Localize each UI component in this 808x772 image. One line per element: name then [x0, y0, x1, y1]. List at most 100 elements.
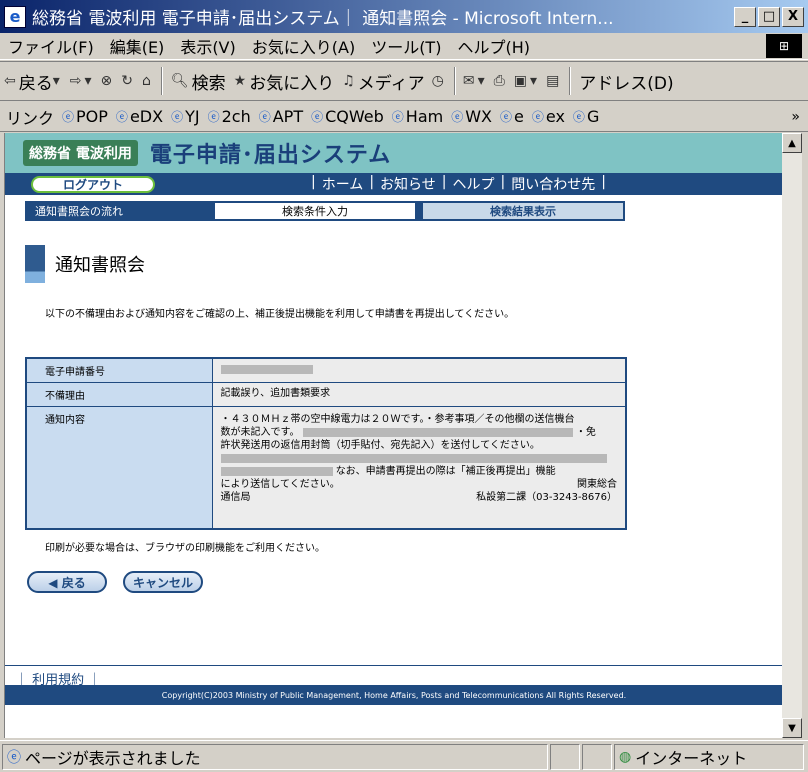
title-marker: [25, 245, 45, 283]
table-row: 電子申請番号: [25, 357, 627, 383]
link-pop[interactable]: ⓔ POP: [58, 107, 112, 126]
notice-line: [220, 452, 618, 465]
link-e[interactable]: ⓔ e: [496, 107, 528, 126]
maximize-button[interactable]: □: [758, 6, 780, 27]
link-label: YJ: [185, 107, 200, 126]
status-cell: [550, 743, 580, 770]
redacted-text: [220, 453, 607, 463]
logout-button[interactable]: ログアウト: [31, 175, 155, 193]
print-button[interactable]: ⎙: [491, 73, 511, 89]
link-label: Ham: [405, 107, 444, 126]
minimize-button[interactable]: _: [734, 6, 756, 27]
favorites-toolbar-button[interactable]: ★ お気に入り: [230, 69, 339, 94]
scroll-down-button[interactable]: ▼: [782, 718, 802, 738]
menu-edit[interactable]: 編集(E): [102, 34, 173, 58]
page-viewport: 総務省 電波利用 電子申請･届出システム ログアウト | ホーム | お知らせ …: [4, 133, 782, 738]
page-title-text: 通知書照会: [55, 255, 145, 276]
search-toolbar-button[interactable]: 🔍︎ 検索: [167, 69, 230, 94]
link-ham[interactable]: ⓔ Ham: [388, 107, 447, 126]
mail-button[interactable]: ✉ ▾: [460, 73, 491, 89]
address-label[interactable]: アドレス(D): [575, 69, 677, 94]
edit-button[interactable]: ▣ ▾: [511, 73, 543, 89]
link-wx[interactable]: ⓔ WX: [447, 107, 496, 126]
mail-icon: ✉: [462, 73, 475, 89]
status-cell: [582, 743, 612, 770]
favorites-label: お気に入り: [249, 73, 335, 94]
table-row: 通知内容 ・４３０ＭＨｚ帯の空中線電力は２０Ｗです。・参考事項／その他欄の送信機…: [25, 406, 627, 530]
links-bar: リンク ⓔ POP ⓔ eDX ⓔ YJ ⓔ 2ch ⓔ APT ⓔ CQWeb ⓔ Ham …: [0, 102, 808, 132]
notice-table: 電子申請番号 不備理由 記載誤り、追加書類要求 通知内容 ・４３０ＭＨｚ帯の空中…: [25, 357, 627, 530]
link-yj[interactable]: ⓔ YJ: [167, 107, 204, 126]
redacted-text: [220, 466, 333, 476]
window-title: 総務省 電波利用 電子申請･届出システム｜ 通知書照会 - Microsoft …: [32, 9, 614, 29]
link-g[interactable]: ⓔ G: [569, 107, 603, 126]
status-text: ページが表示されました: [25, 748, 201, 768]
link-cqweb[interactable]: ⓔ CQWeb: [307, 107, 388, 126]
triangle-up-icon: ▲: [788, 137, 796, 149]
forward-toolbar-button[interactable]: ⇨ ▾: [67, 73, 98, 89]
print-note: 印刷が必要な場合は、ブラウザの印刷機能をご利用ください。: [45, 543, 325, 554]
close-button[interactable]: X: [782, 6, 804, 27]
ie-page-icon: ⓔ: [391, 110, 404, 124]
discuss-button[interactable]: ▤: [543, 73, 565, 89]
ie-page-icon: ⓔ: [207, 110, 220, 124]
link-label: eDX: [129, 107, 164, 126]
menu-help[interactable]: ヘルプ(H): [449, 34, 538, 58]
link-apt[interactable]: ⓔ APT: [255, 107, 307, 126]
media-label: メディア: [357, 73, 425, 94]
menu-file[interactable]: ファイル(F): [0, 34, 102, 58]
link-label: ex: [545, 107, 565, 126]
back-button[interactable]: ◀ 戻る: [27, 571, 107, 593]
vertical-scrollbar[interactable]: ▲ ▼: [782, 133, 802, 738]
flow-step-result: 検索結果表示: [423, 203, 623, 219]
toolbar-separator: [569, 67, 572, 95]
site-brand-small: 総務省 電波利用: [23, 140, 138, 166]
media-toolbar-button[interactable]: ♫ メディア: [338, 69, 428, 94]
ie-page-icon: ⓔ: [531, 110, 544, 124]
chevron-down-icon: ▾: [477, 73, 485, 89]
cancel-button[interactable]: キャンセル: [123, 571, 203, 593]
nav-contact[interactable]: 問い合わせ先: [511, 174, 595, 194]
links-more-button[interactable]: »: [791, 109, 800, 125]
status-message: ⓔ ページが表示されました: [2, 743, 548, 770]
ie-page-icon: ⓔ: [115, 110, 128, 124]
print-icon: ⎙: [493, 73, 505, 89]
menu-favorites[interactable]: お気に入り(A): [244, 34, 363, 58]
back-toolbar-button[interactable]: ⇦ 戻る ▾: [0, 69, 67, 94]
menu-view[interactable]: 表示(V): [172, 34, 243, 58]
link-label: WX: [465, 107, 493, 126]
chevron-down-icon: ▾: [84, 73, 92, 89]
action-buttons: ◀ 戻る キャンセル: [27, 571, 203, 593]
link-2ch[interactable]: ⓔ 2ch: [204, 107, 255, 126]
link-label: POP: [76, 107, 108, 126]
link-ex[interactable]: ⓔ ex: [528, 107, 569, 126]
home-button[interactable]: ⌂: [139, 73, 157, 89]
ie-page-icon: ⓔ: [171, 110, 184, 124]
refresh-icon: ↻: [121, 73, 133, 89]
scroll-up-button[interactable]: ▲: [782, 133, 802, 153]
nav-news[interactable]: お知らせ: [380, 174, 436, 194]
nav-home[interactable]: ホーム: [322, 174, 364, 194]
triangle-down-icon: ▼: [788, 722, 796, 734]
link-label: CQWeb: [325, 107, 384, 126]
discuss-icon: ▤: [546, 73, 560, 89]
nav-help[interactable]: ヘルプ: [452, 174, 494, 194]
site-brand-main: 電子申請･届出システム: [149, 143, 392, 168]
ie-page-icon: ⓔ: [451, 110, 464, 124]
flow-steps: 通知書照会の流れ 検索条件入力 検索結果表示: [25, 201, 625, 221]
link-label: e: [514, 107, 524, 126]
chevron-down-icon: ▾: [52, 73, 60, 89]
ie-page-icon: ⓔ: [572, 110, 585, 124]
link-label: APT: [272, 107, 304, 126]
history-button[interactable]: ◷: [429, 73, 450, 89]
menu-tools[interactable]: ツール(T): [363, 34, 449, 58]
site-header: 総務省 電波利用 電子申請･届出システム: [5, 133, 782, 173]
application-number-label: 電子申請番号: [25, 357, 213, 383]
stop-button[interactable]: ⊗: [98, 73, 119, 89]
security-zone: ◍ インターネット: [614, 743, 804, 770]
link-edx[interactable]: ⓔ eDX: [112, 107, 167, 126]
refresh-button[interactable]: ↻: [118, 73, 139, 89]
back-label: 戻る: [18, 73, 53, 94]
notice-line: 許状発送用の返信用封筒（切手貼付、宛先記入）を送付してください。: [220, 440, 540, 451]
history-icon: ◷: [431, 73, 444, 89]
